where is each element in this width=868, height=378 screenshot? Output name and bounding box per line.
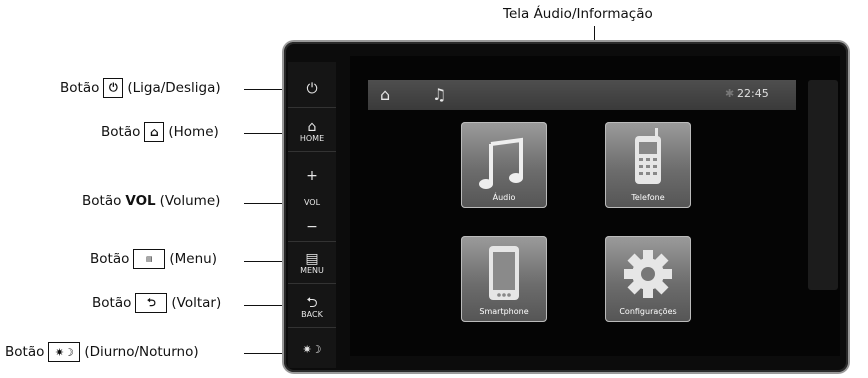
minus-icon: − — [306, 218, 318, 235]
clock: 22:45 — [737, 87, 769, 100]
screen-callout-label: Tela Áudio/Informação — [503, 6, 653, 22]
home-icon: ⌂ — [144, 122, 165, 142]
plus-icon: + — [306, 168, 318, 184]
back-icon: ⮌ — [135, 293, 168, 313]
power-button[interactable]: ⏻ — [288, 70, 336, 108]
home-button-icon: ⌂ — [307, 119, 317, 135]
smartphone-tile[interactable]: Smartphone — [461, 236, 547, 322]
power-callout: Botão ⏻ (Liga/Desliga) — [60, 78, 221, 98]
daynight-button-icon: ✷☽ — [302, 343, 322, 356]
volume-label: VOL — [288, 192, 336, 212]
phone-tile[interactable]: Telefone — [605, 122, 691, 208]
back-callout: Botão ⮌ (Voltar) — [92, 293, 221, 313]
daynight-callout-suffix: (Diurno/Noturno) — [84, 344, 199, 360]
screen-callout-text: Tela Áudio/Informação — [503, 6, 653, 22]
menu-button-label: MENU — [300, 266, 324, 275]
power-icon: ⏻ — [103, 78, 124, 98]
daynight-icon: ✷☽ — [48, 342, 81, 362]
daynight-callout-prefix: Botão — [5, 344, 45, 360]
volume-up-button[interactable]: + — [288, 160, 336, 192]
volume-callout: Botão VOL (Volume) — [82, 193, 220, 209]
bluetooth-icon: ✱ — [725, 87, 735, 100]
power-button-icon: ⏻ — [306, 80, 318, 97]
music-note-icon[interactable]: ♫ — [432, 85, 446, 104]
home-status-icon[interactable]: ⌂ — [380, 85, 390, 104]
audio-tile[interactable]: Áudio — [461, 122, 547, 208]
menu-callout-prefix: Botão — [90, 251, 130, 267]
power-callout-suffix: (Liga/Desliga) — [127, 80, 221, 96]
volume-callout-prefix: Botão — [82, 193, 122, 209]
power-callout-prefix: Botão — [60, 80, 100, 96]
menu-icon: ▤ — [133, 249, 166, 269]
menu-button[interactable]: ▤ MENU — [288, 244, 336, 284]
back-callout-suffix: (Voltar) — [171, 295, 222, 311]
home-callout-suffix: (Home) — [168, 124, 219, 140]
volume-down-button[interactable]: − — [288, 212, 336, 242]
daynight-callout: Botão ✷☽ (Diurno/Noturno) — [5, 342, 199, 362]
menu-button-icon: ▤ — [305, 251, 319, 267]
smartphone-tile-label: Smartphone — [479, 307, 529, 316]
phone-tile-label: Telefone — [631, 193, 665, 202]
home-callout-prefix: Botão — [101, 124, 141, 140]
home-callout: Botão ⌂ (Home) — [101, 122, 219, 142]
settings-tile[interactable]: Configurações — [605, 236, 691, 322]
volume-button-label: VOL — [303, 197, 321, 207]
back-button[interactable]: ⮌ BACK — [288, 288, 336, 328]
daynight-button[interactable]: ✷☽ — [288, 332, 336, 368]
audio-tile-label: Áudio — [492, 193, 516, 202]
menu-callout-suffix: (Menu) — [169, 251, 217, 267]
back-button-label: BACK — [301, 310, 323, 319]
screen-side-panel — [808, 80, 838, 290]
home-button-label: HOME — [299, 134, 325, 143]
volume-callout-suffix: (Volume) — [159, 193, 221, 209]
back-button-icon: ⮌ — [306, 295, 318, 311]
menu-callout: Botão ▤ (Menu) — [90, 249, 217, 269]
volume-callout-bold: VOL — [125, 193, 156, 209]
back-callout-prefix: Botão — [92, 295, 132, 311]
home-button[interactable]: ⌂ HOME — [288, 112, 336, 152]
settings-tile-label: Configurações — [619, 307, 677, 316]
